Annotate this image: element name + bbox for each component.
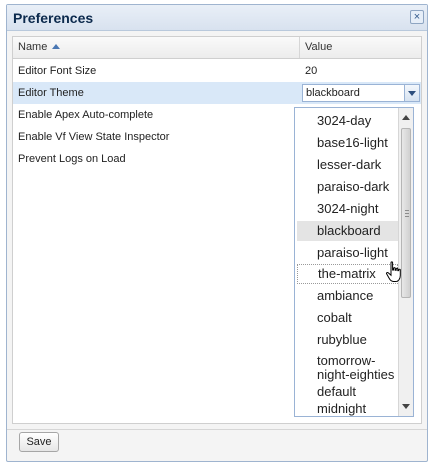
- dialog-title: Preferences: [13, 10, 94, 26]
- column-header-value-label: Value: [305, 41, 333, 53]
- chevron-down-icon: [408, 91, 416, 96]
- scroll-up-icon[interactable]: [402, 115, 410, 120]
- grid-header: Name Value: [13, 37, 421, 59]
- theme-option[interactable]: cobalt: [297, 308, 398, 328]
- sort-asc-icon: [52, 44, 61, 49]
- theme-option[interactable]: base16-light: [297, 133, 398, 153]
- table-row-selected[interactable]: Editor Theme blackboard: [13, 82, 421, 104]
- row-name: Prevent Logs on Load: [18, 153, 126, 165]
- theme-option[interactable]: paraiso-light: [297, 243, 398, 263]
- combo-trigger[interactable]: [404, 85, 419, 101]
- editor-theme-combobox[interactable]: blackboard: [302, 84, 420, 102]
- row-name: Enable Vf View State Inspector: [18, 131, 170, 143]
- theme-option-line: night-eighties: [317, 367, 395, 382]
- thumb-grip: [405, 210, 409, 211]
- scroll-down-icon[interactable]: [402, 404, 410, 409]
- theme-option-line: tomorrow-: [317, 353, 376, 368]
- column-header-name-label: Name: [18, 41, 48, 53]
- row-name: Editor Theme: [18, 87, 84, 99]
- theme-option-hovered[interactable]: the-matrix: [297, 264, 398, 284]
- close-icon[interactable]: ×: [410, 10, 424, 24]
- theme-option[interactable]: paraiso-dark: [297, 177, 398, 197]
- save-button[interactable]: Save: [19, 432, 59, 452]
- thumb-grip: [405, 213, 409, 214]
- row-name: Editor Font Size: [18, 65, 97, 77]
- theme-option-multiline[interactable]: tomorrow- night-eighties: [297, 354, 398, 384]
- column-header-name[interactable]: Name: [13, 37, 300, 58]
- theme-option[interactable]: lesser-dark: [297, 155, 398, 175]
- column-header-value[interactable]: Value: [300, 37, 421, 58]
- editor-theme-value[interactable]: blackboard: [306, 85, 360, 101]
- theme-option[interactable]: ambiance: [297, 286, 398, 306]
- table-row[interactable]: Editor Font Size 20: [13, 60, 421, 82]
- theme-option[interactable]: 3024-night: [297, 199, 398, 219]
- hand-cursor-icon: [385, 261, 401, 282]
- theme-option[interactable]: midnight: [297, 399, 398, 416]
- row-name: Enable Apex Auto-complete: [18, 109, 154, 121]
- title-bar: Preferences ×: [7, 5, 427, 31]
- dialog-footer: [7, 429, 427, 461]
- theme-option[interactable]: 3024-day: [297, 111, 398, 131]
- row-value[interactable]: 20: [305, 60, 317, 82]
- theme-option[interactable]: rubyblue: [297, 330, 398, 350]
- thumb-grip: [405, 216, 409, 217]
- theme-option-selected[interactable]: blackboard: [297, 221, 398, 241]
